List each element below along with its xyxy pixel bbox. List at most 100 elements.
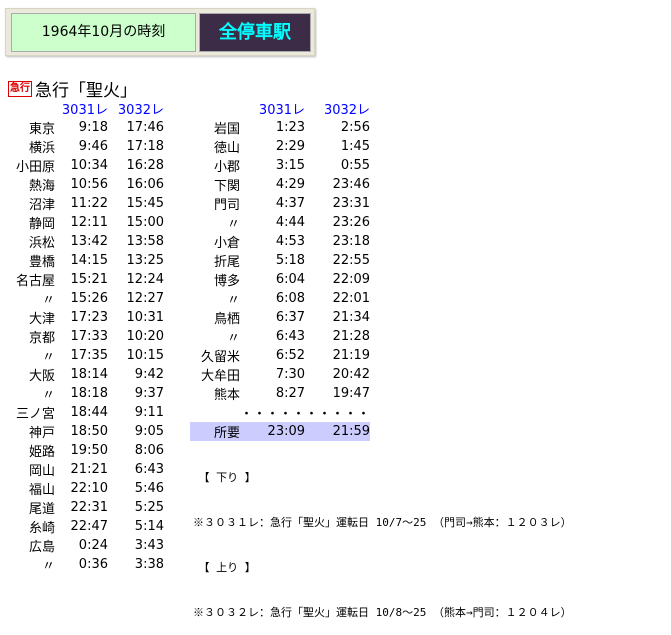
station-name	[190, 403, 240, 422]
time-cell: ・・・・・	[240, 407, 306, 422]
time-cell: 5:14	[134, 519, 164, 534]
station-name: 熱海	[28, 179, 55, 194]
table-row: 小郡 3:15 0:55	[190, 156, 370, 175]
time-cell: 4:29	[275, 177, 306, 192]
time-cell: 23:18	[332, 234, 371, 249]
time-cell: 15:26	[70, 291, 108, 306]
time-cell: 11:22	[70, 196, 108, 211]
table-row: 静岡 12:11 15:00	[0, 213, 164, 232]
note-line: 【 下り 】	[193, 471, 256, 484]
time-cell: 22:09	[332, 272, 371, 287]
station-name: 小郡	[213, 160, 240, 175]
time-cell: 12:27	[126, 291, 164, 306]
time-cell: 9:46	[78, 139, 108, 154]
table-row: 〃 0:36 3:38	[0, 555, 164, 574]
time-cell: 6:08	[275, 291, 306, 306]
time-cell: 5:18	[275, 253, 306, 268]
table-row: 〃 15:26 12:27	[0, 289, 164, 308]
time-cell: 12:24	[126, 272, 164, 287]
note-line: ※３０３１レ：急行「聖火」運転日 10/7〜25 （門司→熊本：１２０３レ）	[193, 516, 572, 529]
table-row: 尾道 22:31 5:25	[0, 498, 164, 517]
express-badge-icon: 急行	[8, 80, 32, 97]
table-row: 広島 0:24 3:43	[0, 536, 164, 555]
table-row: 京都 17:33 10:20	[0, 327, 164, 346]
time-cell: 6:37	[275, 310, 306, 325]
time-cell: 18:18	[70, 386, 108, 401]
time-cell: ・・・・・	[305, 407, 371, 422]
table-row: 小倉 4:53 23:18	[190, 232, 370, 251]
table-row: 岩国 1:23 2:56	[190, 118, 370, 137]
column-header: 3031レ	[258, 103, 306, 118]
table-row: 折尾 5:18 22:55	[190, 251, 370, 270]
time-cell: 21:34	[332, 310, 371, 325]
station-name: 〃	[226, 217, 240, 232]
time-cell: 17:46	[126, 120, 164, 135]
timetable-left: 3031レ 3032レ 東京 9:18 17:46 横浜 9:46 17:18 小田原 10:3…	[0, 99, 164, 574]
column-header: 3032レ	[323, 103, 371, 118]
station-name: 静岡	[28, 217, 55, 232]
column-header: 3031レ	[61, 103, 108, 118]
time-cell: 8:27	[275, 386, 306, 401]
time-cell: 0:24	[78, 538, 108, 553]
station-name: 大阪	[28, 369, 55, 384]
table-row: 鳥栖 6:37 21:34	[190, 308, 370, 327]
table-row: 熊本 8:27 19:47	[190, 384, 370, 403]
table-row: 博多 6:04 22:09	[190, 270, 370, 289]
station-name: 徳山	[213, 141, 240, 156]
time-cell: 22:31	[70, 500, 108, 515]
train-name: 急行「聖火」	[35, 81, 137, 101]
station-name: 神戸	[28, 426, 55, 441]
time-cell: 6:04	[275, 272, 306, 287]
station-name: 京都	[28, 331, 55, 346]
station-name: 東京	[28, 122, 55, 137]
time-cell: 6:43	[134, 462, 164, 477]
all-stations-button[interactable]: 全停車駅	[199, 13, 311, 52]
period-label: 1964年10月の時刻	[11, 13, 196, 52]
station-name: 〃	[226, 331, 240, 346]
table-row: 〃 18:18 9:37	[0, 384, 164, 403]
table-row: 〃 6:43 21:28	[190, 327, 370, 346]
station-name: 岩国	[213, 122, 240, 137]
time-cell: 18:50	[70, 424, 108, 439]
station-name: 折尾	[213, 255, 240, 270]
time-cell: 4:44	[275, 215, 306, 230]
time-cell: 12:11	[70, 215, 108, 230]
table-row: 〃 17:35 10:15	[0, 346, 164, 365]
column-header: 3032レ	[117, 103, 164, 118]
time-cell: 9:37	[134, 386, 164, 401]
time-cell: 13:42	[70, 234, 108, 249]
station-name: 沼津	[28, 198, 55, 213]
table-row: 名古屋 15:21 12:24	[0, 270, 164, 289]
station-name: 糸崎	[28, 521, 55, 536]
time-cell: 10:56	[70, 177, 108, 192]
time-cell: 0:55	[340, 158, 371, 173]
station-name: 浜松	[28, 236, 55, 251]
time-cell: 20:42	[332, 367, 371, 382]
table-row: 〃 6:08 22:01	[190, 289, 370, 308]
table-row: 小田原 10:34 16:28	[0, 156, 164, 175]
time-cell: 6:43	[275, 329, 306, 344]
station-name: 姫路	[28, 445, 55, 460]
station-name: 名古屋	[15, 274, 55, 289]
station-name: 下関	[213, 179, 240, 194]
table-row: 横浜 9:46 17:18	[0, 137, 164, 156]
time-cell: 17:18	[126, 139, 164, 154]
table-row: 下関 4:29 23:46	[190, 175, 370, 194]
time-cell: 0:36	[78, 557, 108, 572]
table-row: 大阪 18:14 9:42	[0, 365, 164, 384]
table-row: 〃 4:44 23:26	[190, 213, 370, 232]
time-cell: 17:35	[70, 348, 108, 363]
station-name: 広島	[28, 540, 55, 555]
time-cell: 4:37	[275, 196, 306, 211]
time-cell: 22:55	[332, 253, 371, 268]
time-cell: 17:33	[70, 329, 108, 344]
time-cell: 22:10	[70, 481, 108, 496]
header-box: 1964年10月の時刻 全停車駅	[5, 8, 315, 56]
station-name: 福山	[28, 483, 55, 498]
table-row: 神戸 18:50 9:05	[0, 422, 164, 441]
table-row: 糸崎 22:47 5:14	[0, 517, 164, 536]
station-name: 鳥栖	[213, 312, 240, 327]
time-cell: 15:00	[126, 215, 164, 230]
total-label: 所要	[190, 422, 240, 441]
time-cell: 3:43	[134, 538, 164, 553]
